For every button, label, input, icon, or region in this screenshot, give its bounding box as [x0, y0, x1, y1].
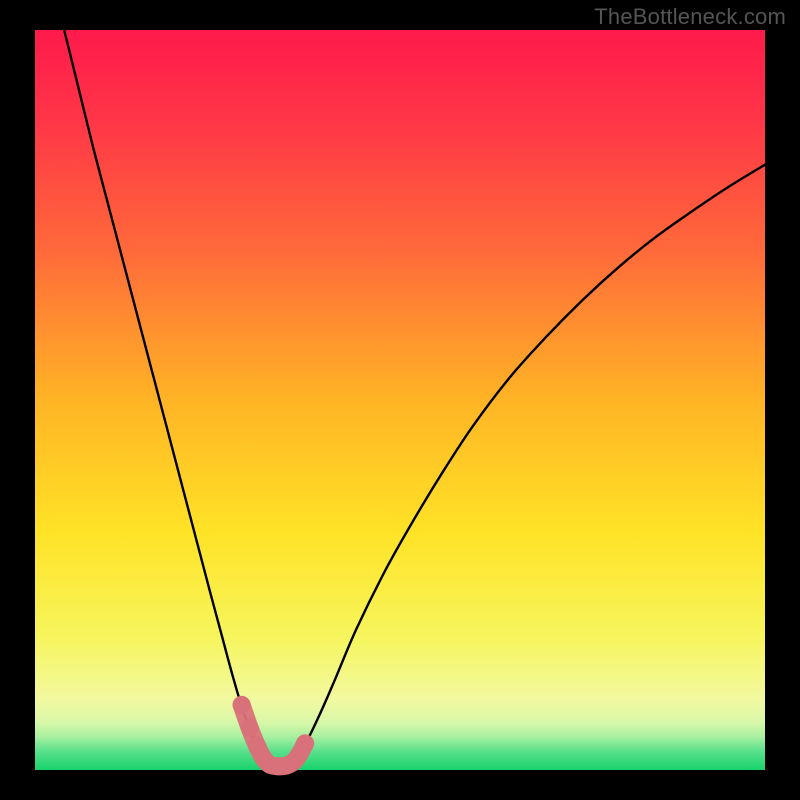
- bottleneck-curve-chart: [0, 0, 800, 800]
- optimal-zone-marker: [296, 734, 314, 752]
- plot-background: [35, 30, 765, 770]
- optimal-zone-marker: [241, 719, 259, 737]
- optimal-zone-marker: [233, 696, 251, 714]
- chart-frame: TheBottleneck.com: [0, 0, 800, 800]
